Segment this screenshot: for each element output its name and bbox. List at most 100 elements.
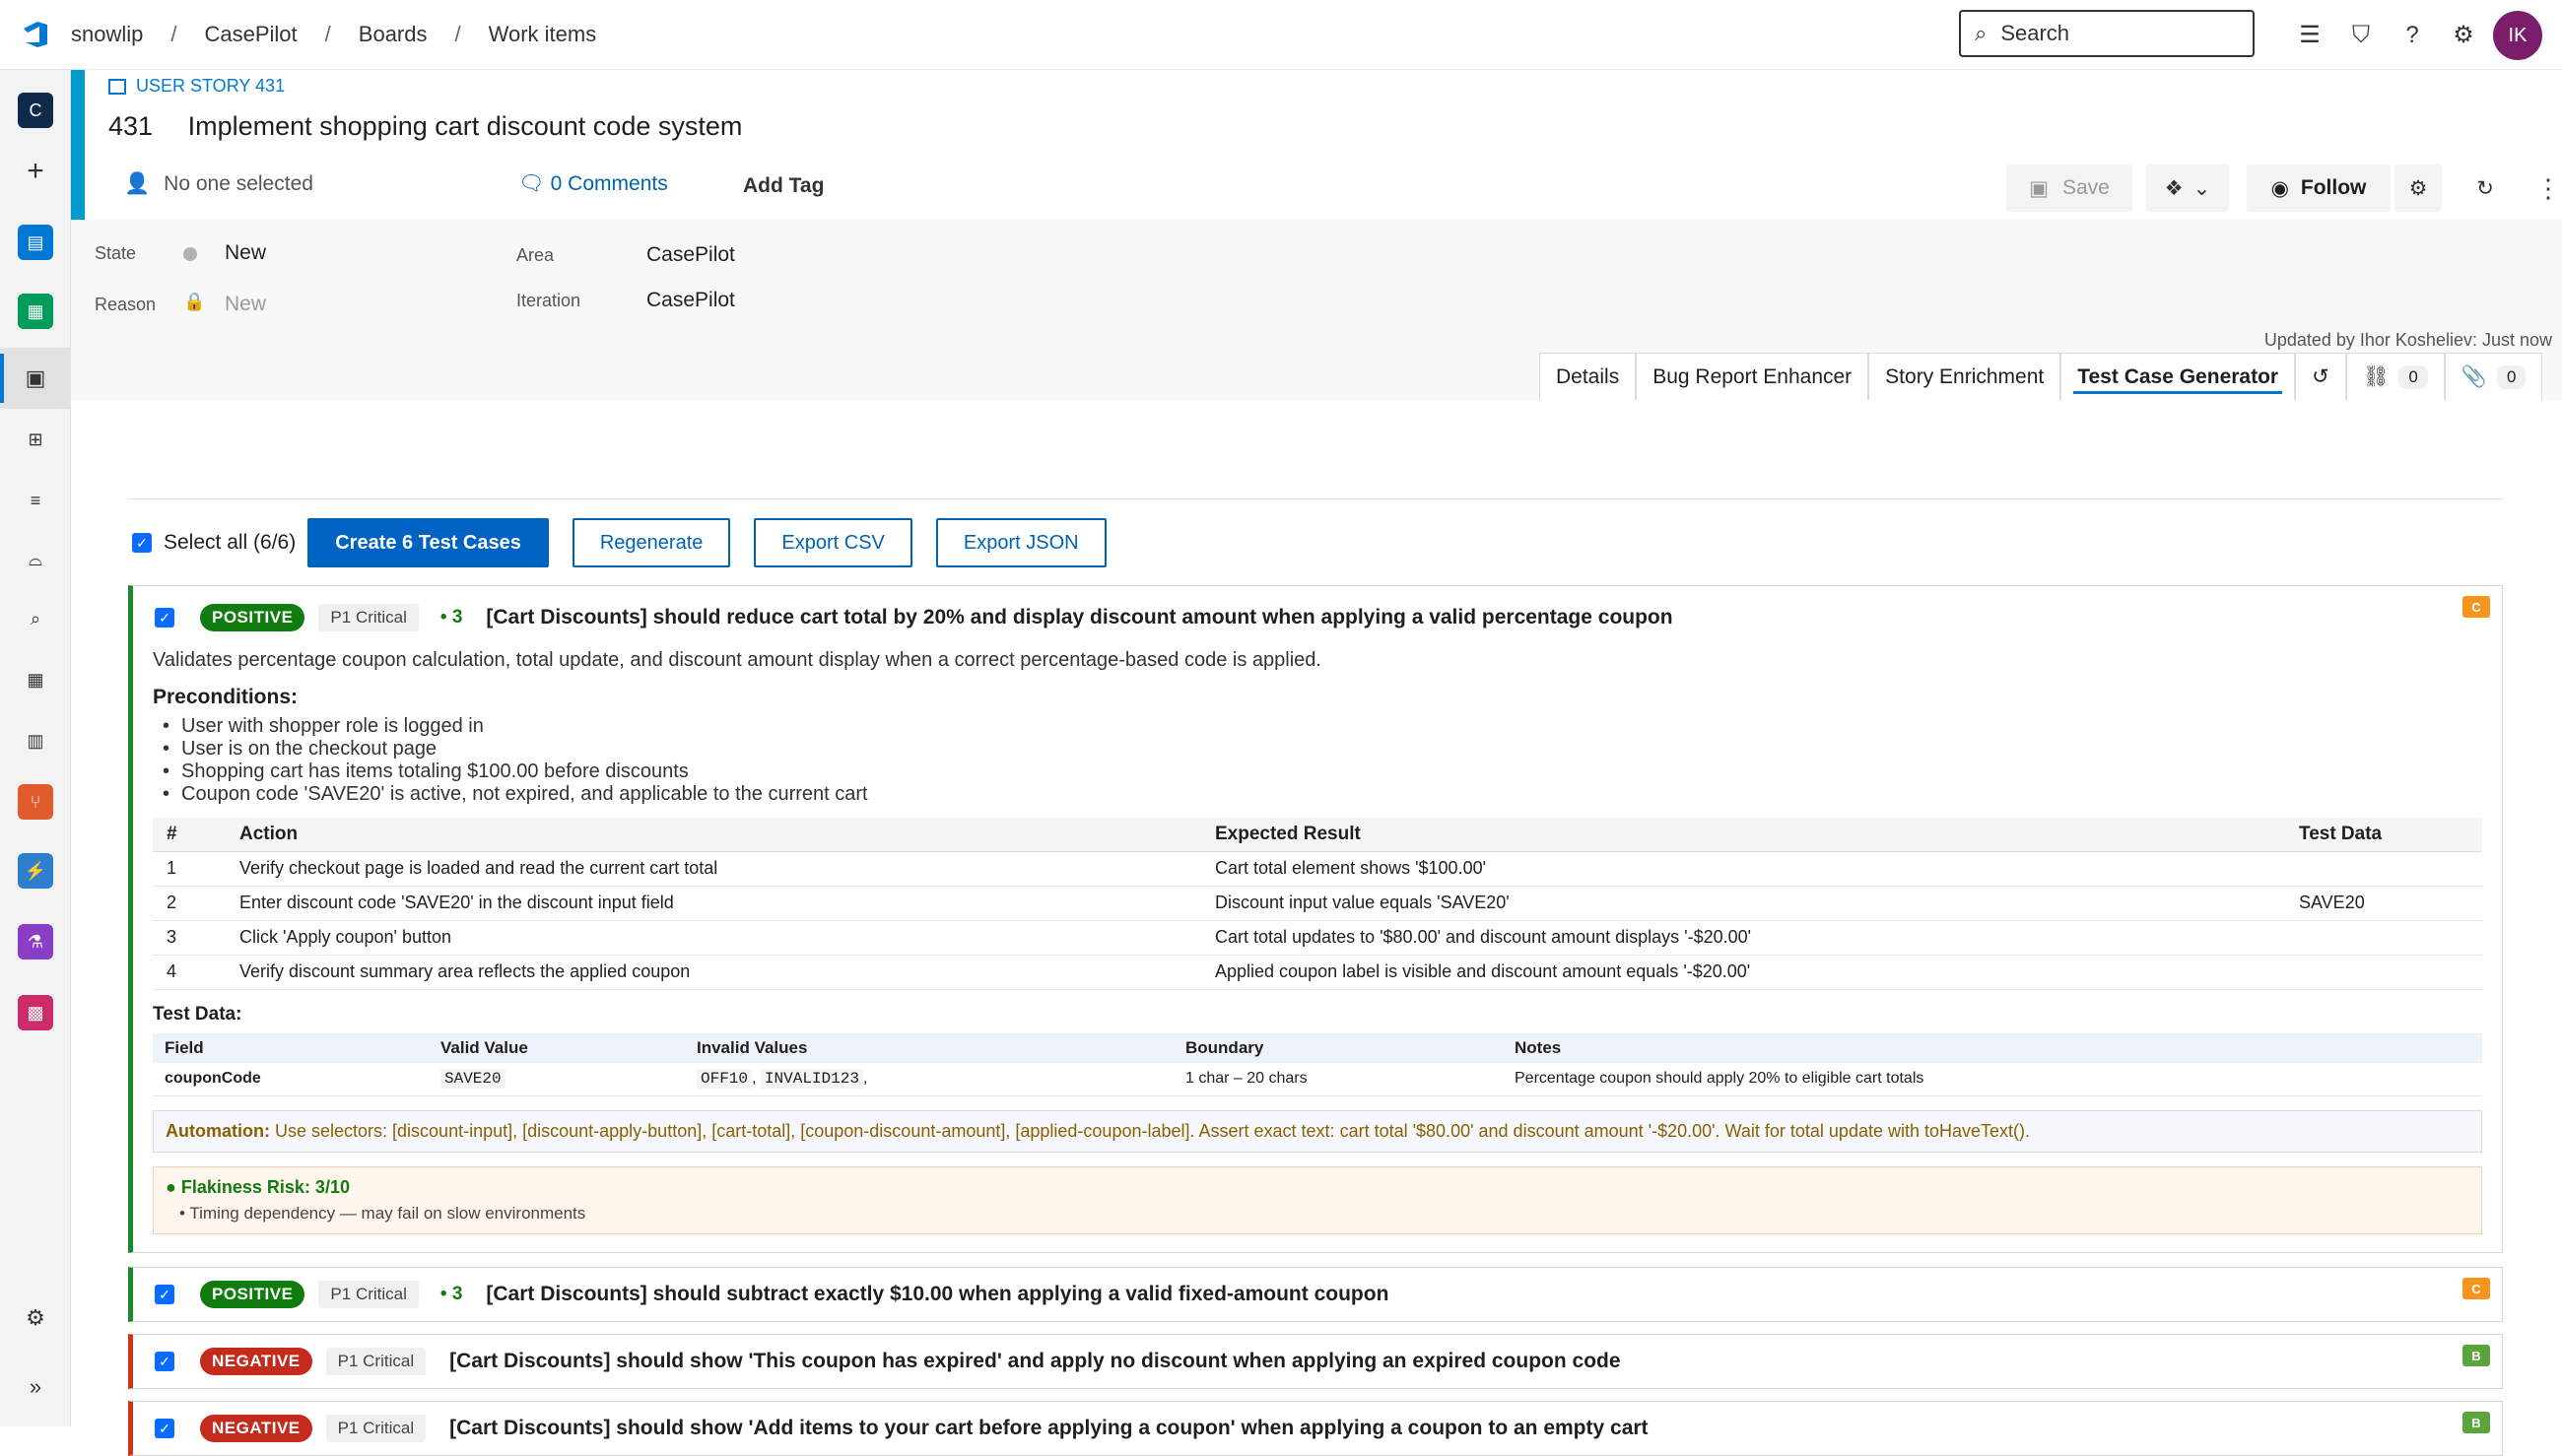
tab-history[interactable]: ↺ xyxy=(2295,353,2346,400)
export-json-button[interactable]: Export JSON xyxy=(935,518,1107,567)
artifacts-icon: ▩ xyxy=(18,995,53,1030)
copilot-dropdown-button[interactable]: ❖ ⌄ xyxy=(2146,165,2229,212)
generator-toolbar: ✓ Select all (6/6) Create 6 Test Cases R… xyxy=(132,518,1107,567)
work-item-id: 431 xyxy=(108,111,154,141)
nav-test-plans[interactable]: ⚗ xyxy=(0,911,71,972)
iteration-value[interactable]: CasePilot xyxy=(646,289,735,312)
tab-details[interactable]: Details xyxy=(1539,353,1637,400)
add-tag-button[interactable]: Add Tag xyxy=(743,174,824,198)
save-button[interactable]: ▣ Save xyxy=(2006,165,2132,212)
link-icon: ⛓ xyxy=(2362,364,2390,388)
gear-icon: ⚙ xyxy=(26,1305,45,1330)
updated-info: Updated by Ihor Kosheliev: Just now xyxy=(2263,330,2552,350)
paperclip-icon: 📎 xyxy=(2461,364,2487,388)
tab-attachments[interactable]: 📎 0 xyxy=(2444,353,2543,400)
board-grid-icon: ⊞ xyxy=(28,429,43,449)
tab-story-enrichment[interactable]: Story Enrichment xyxy=(1868,353,2061,400)
test-data-table: Field Valid Value Invalid Values Boundar… xyxy=(153,1032,2482,1096)
test-case-checkbox[interactable]: ✓ xyxy=(155,1419,174,1438)
nav-queries[interactable]: ⌕ xyxy=(0,588,71,649)
nav-new[interactable]: + xyxy=(0,141,71,202)
area-value[interactable]: CasePilot xyxy=(646,243,735,267)
sprint-icon: ⌓ xyxy=(28,549,43,569)
state-value[interactable]: New xyxy=(225,241,266,265)
comments-link[interactable]: 🗨 0 Comments xyxy=(518,172,668,196)
nav-boards[interactable]: ▦ xyxy=(0,281,71,342)
test-case-title: [Cart Discounts] should subtract exactly… xyxy=(486,1283,1389,1305)
assignee-picker[interactable]: 👤 No one selected xyxy=(124,172,313,196)
nav-delivery-plans[interactable]: ▦ xyxy=(0,649,71,710)
breadcrumb-project[interactable]: CasePilot xyxy=(205,22,298,47)
nav-backlogs[interactable]: ≡ xyxy=(0,470,71,531)
nav-repos[interactable]: ⑂ xyxy=(0,771,71,832)
test-case-checkbox[interactable]: ✓ xyxy=(155,1352,174,1371)
state-dot xyxy=(183,247,197,261)
tab-bug-report-enhancer[interactable]: Bug Report Enhancer xyxy=(1636,353,1869,400)
avatar[interactable]: IK xyxy=(2493,11,2542,60)
breadcrumb-boards[interactable]: Boards xyxy=(359,22,428,47)
test-case-checkbox[interactable]: ✓ xyxy=(155,1285,174,1304)
nav-project[interactable]: C xyxy=(0,80,71,141)
project-avatar: C xyxy=(18,93,53,128)
azure-devops-logo-icon[interactable] xyxy=(0,0,71,70)
create-test-cases-button[interactable]: Create 6 Test Cases xyxy=(307,518,549,567)
nav-overview[interactable]: ▤ xyxy=(0,212,71,273)
nav-sprints[interactable]: ⌓ xyxy=(0,529,71,590)
nav-settings[interactable]: ⚙ xyxy=(0,1288,71,1349)
shopping-bag-icon[interactable]: ⛉ xyxy=(2335,22,2387,49)
test-plans-icon: ⚗ xyxy=(18,924,53,960)
main-area: USER STORY 431 431 Implement shopping ca… xyxy=(71,70,2562,1456)
export-csv-button[interactable]: Export CSV xyxy=(754,518,912,567)
search-icon: ⌕ xyxy=(1975,21,1988,45)
checklist-icon[interactable]: ☰ xyxy=(2284,21,2335,49)
person-icon: 👤 xyxy=(124,172,151,195)
nav-pipelines[interactable]: ⚡ xyxy=(0,840,71,901)
test-case-card: ✓ NEGATIVE P1 Critical [Cart Discounts] … xyxy=(128,1401,2503,1456)
links-count: 0 xyxy=(2398,364,2428,389)
settings-button[interactable]: ⚙ xyxy=(2394,165,2442,212)
user-settings-icon[interactable]: ⚙ xyxy=(2438,21,2489,49)
test-case-card: ✓ POSITIVE P1 Critical • 3 [Cart Discoun… xyxy=(128,1267,2503,1322)
tab-test-case-generator[interactable]: Test Case Generator xyxy=(2060,353,2296,400)
follow-button[interactable]: ◉ Follow xyxy=(2247,165,2391,212)
breadcrumb-work-items[interactable]: Work items xyxy=(489,22,597,47)
tab-bar: Details Bug Report Enhancer Story Enrich… xyxy=(1539,353,2543,400)
automation-hint: Automation: Use selectors: [discount-inp… xyxy=(153,1110,2482,1153)
refresh-icon: ↻ xyxy=(2476,176,2494,200)
table-header-row: Field Valid Value Invalid Values Boundar… xyxy=(153,1032,2482,1063)
divider xyxy=(128,498,2503,499)
type-badge: POSITIVE xyxy=(200,1281,305,1308)
priority-badge: P1 Critical xyxy=(325,1348,427,1375)
priority-badge: P1 Critical xyxy=(318,604,419,631)
overview-icon: ▤ xyxy=(18,225,53,260)
test-case-title: [Cart Discounts] should reduce cart tota… xyxy=(486,606,1673,629)
nav-artifacts[interactable]: ▩ xyxy=(0,982,71,1043)
test-case-header[interactable]: ✓ POSITIVE P1 Critical • 3 [Cart Discoun… xyxy=(133,586,2502,649)
query-icon: ⌕ xyxy=(30,608,41,629)
help-icon[interactable]: ? xyxy=(2387,22,2438,49)
test-case-header[interactable]: ✓ NEGATIVE P1 Critical [Cart Discounts] … xyxy=(133,1335,2502,1388)
step-count: • 3 xyxy=(439,1284,463,1304)
nav-analytics[interactable]: ▥ xyxy=(0,710,71,771)
more-actions-button[interactable]: ⋮ xyxy=(2528,165,2562,212)
iteration-label: Iteration xyxy=(516,291,581,310)
refresh-button[interactable]: ↻ xyxy=(2461,165,2509,212)
breadcrumb-org[interactable]: snowlip xyxy=(71,22,143,47)
test-case-header[interactable]: ✓ NEGATIVE P1 Critical [Cart Discounts] … xyxy=(133,1402,2502,1455)
page-title[interactable]: 431 Implement shopping cart discount cod… xyxy=(108,111,742,142)
step-count: • 3 xyxy=(439,607,463,628)
nav-boards-sub[interactable]: ⊞ xyxy=(0,409,71,470)
test-case-checkbox[interactable]: ✓ xyxy=(155,608,174,628)
test-case-header[interactable]: ✓ POSITIVE P1 Critical • 3 [Cart Discoun… xyxy=(133,1268,2502,1321)
regenerate-button[interactable]: Regenerate xyxy=(572,518,731,567)
tab-links[interactable]: ⛓ 0 xyxy=(2345,353,2445,400)
search-input[interactable]: ⌕ Search xyxy=(1959,10,2255,57)
work-item-title[interactable]: Implement shopping cart discount code sy… xyxy=(188,111,743,141)
list-item: Coupon code 'SAVE20' is active, not expi… xyxy=(163,783,2482,806)
test-data-heading: Test Data: xyxy=(153,1003,242,1025)
nav-work-items[interactable]: ▣ xyxy=(0,348,71,409)
select-all-checkbox[interactable]: ✓ xyxy=(132,533,152,553)
attachments-count: 0 xyxy=(2497,364,2527,389)
comment-icon: 🗨 xyxy=(518,172,545,195)
nav-collapse[interactable]: » xyxy=(0,1357,71,1418)
